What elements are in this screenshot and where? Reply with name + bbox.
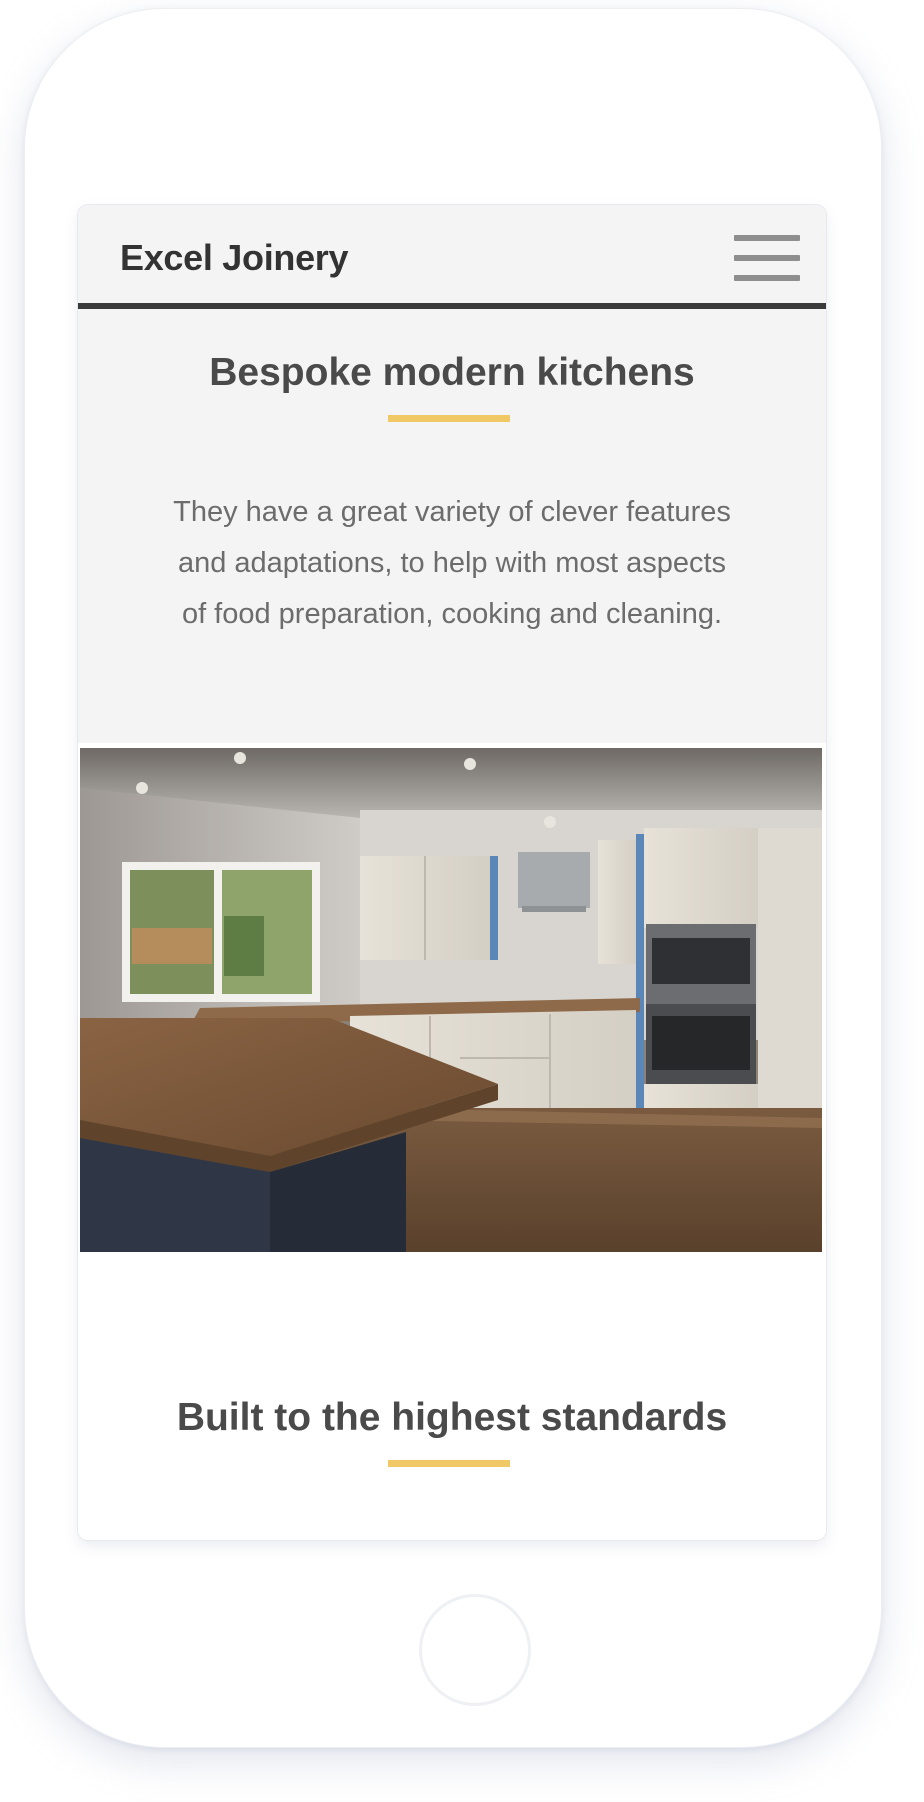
kitchen-photo [80, 748, 822, 1252]
section-title: Built to the highest standards [176, 1396, 728, 1439]
section-title: Bespoke modern kitchens [209, 351, 695, 394]
hamburger-line [734, 235, 800, 241]
brand-logo-text[interactable]: Excel Joinery [120, 237, 349, 279]
page: Excel Joinery Bespoke modern kitchens Th… [0, 0, 924, 1802]
hamburger-line [734, 255, 800, 261]
title-underline [388, 1460, 510, 1467]
section-description: They have a great variety of clever feat… [173, 496, 731, 630]
home-button[interactable] [419, 1594, 531, 1706]
section-standards: Built to the highest standards [78, 1252, 826, 1540]
phone-screen: Excel Joinery Bespoke modern kitchens Th… [78, 205, 826, 1540]
hamburger-menu-icon[interactable] [734, 231, 800, 283]
navbar: Excel Joinery [78, 205, 826, 309]
title-underline [388, 415, 510, 422]
section-kitchens: Bespoke modern kitchens They have a grea… [78, 309, 826, 743]
cut-off-text [158, 1522, 748, 1540]
hamburger-line [734, 275, 800, 281]
